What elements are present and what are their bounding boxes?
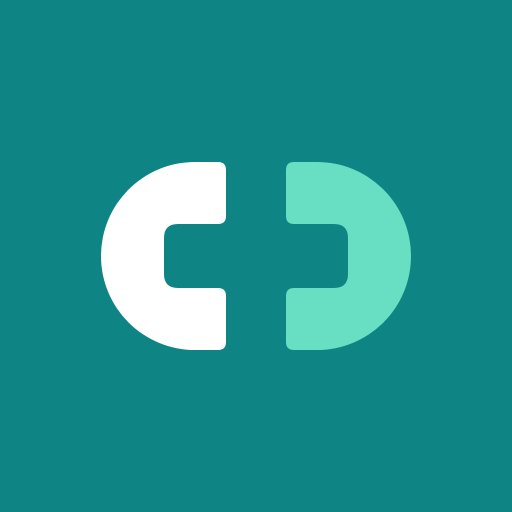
logo-svg: [0, 0, 512, 512]
icon-background: [0, 0, 512, 512]
app-icon: [0, 0, 512, 512]
